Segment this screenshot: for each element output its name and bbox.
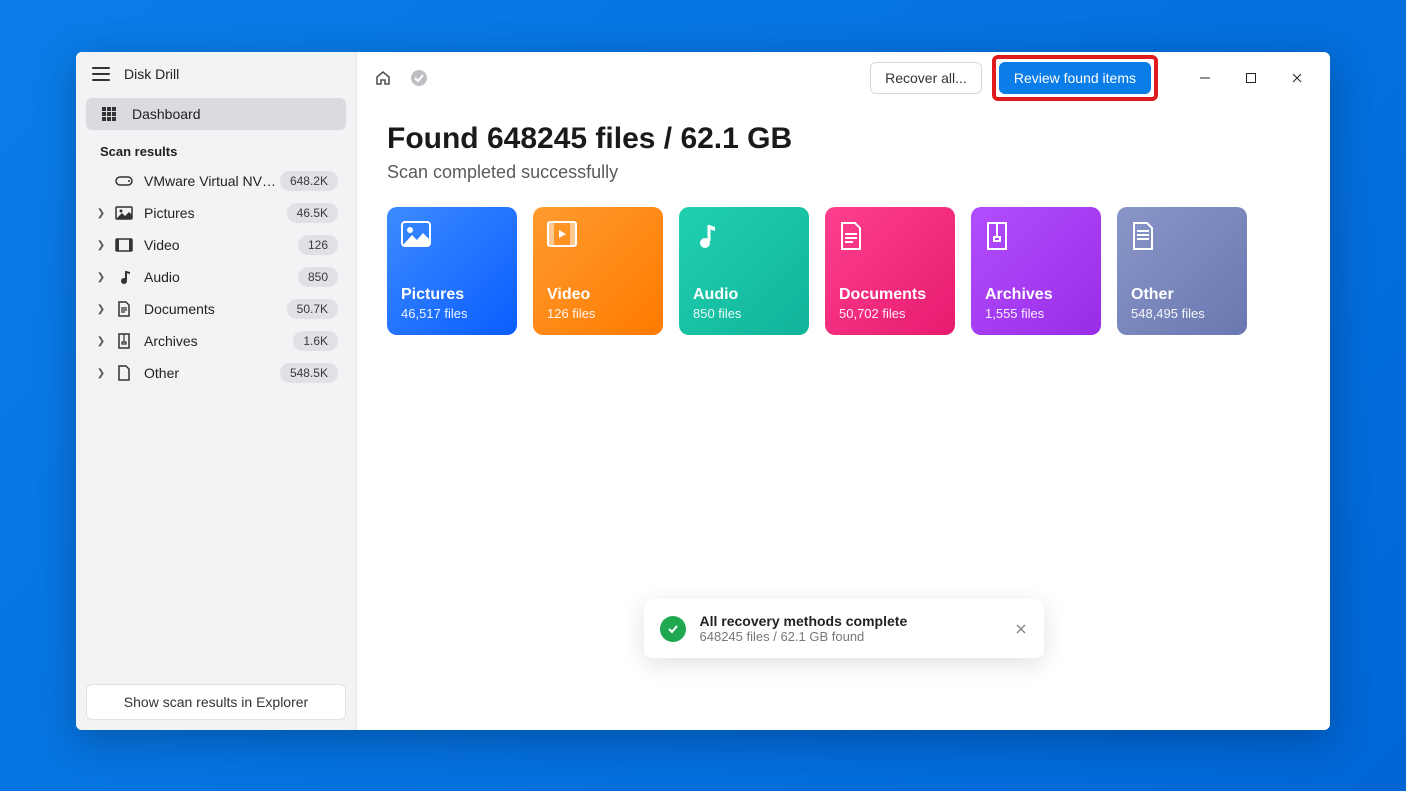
card-files: 548,495 files <box>1131 306 1233 321</box>
pictures-icon <box>114 206 134 220</box>
highlight-annotation: Review found items <box>992 55 1158 101</box>
maximize-button[interactable] <box>1228 62 1274 94</box>
sidebar-item-label: Archives <box>144 333 293 349</box>
recover-all-button[interactable]: Recover all... <box>870 62 982 94</box>
disk-count-badge: 648.2K <box>280 171 338 191</box>
show-in-explorer-button[interactable]: Show scan results in Explorer <box>86 684 346 720</box>
card-video[interactable]: Video 126 files <box>533 207 663 335</box>
sidebar-row-audio[interactable]: ❯ Audio 850 <box>86 261 346 293</box>
chevron-right-icon: ❯ <box>94 304 108 315</box>
sidebar-row-archives[interactable]: ❯ Archives 1.6K <box>86 325 346 357</box>
card-audio[interactable]: Audio 850 files <box>679 207 809 335</box>
toast-title: All recovery methods complete <box>700 613 1000 629</box>
sidebar-body: Dashboard Scan results VMware Virtual NV… <box>76 92 356 674</box>
video-icon <box>547 221 577 251</box>
documents-icon <box>839 221 869 251</box>
window-controls <box>1182 62 1320 94</box>
sidebar-row-documents[interactable]: ❯ Documents 50.7K <box>86 293 346 325</box>
sidebar-item-label: Video <box>144 237 298 253</box>
results-subline: Scan completed successfully <box>387 162 1300 183</box>
card-files: 46,517 files <box>401 306 503 321</box>
audio-icon <box>693 221 723 251</box>
count-badge: 46.5K <box>287 203 338 223</box>
archives-icon <box>985 221 1015 251</box>
card-other[interactable]: Other 548,495 files <box>1117 207 1247 335</box>
count-badge: 1.6K <box>293 331 338 351</box>
sidebar-header: Disk Drill <box>76 52 356 92</box>
disk-icon <box>114 174 134 188</box>
card-pictures[interactable]: Pictures 46,517 files <box>387 207 517 335</box>
count-badge: 850 <box>298 267 338 287</box>
card-title: Archives <box>985 286 1087 304</box>
toast-close-button[interactable] <box>1014 622 1028 636</box>
sidebar-item-label: Audio <box>144 269 298 285</box>
sidebar-section-label: Scan results <box>86 130 346 165</box>
count-badge: 126 <box>298 235 338 255</box>
count-badge: 50.7K <box>287 299 338 319</box>
titlebar: Recover all... Review found items <box>357 52 1330 104</box>
sidebar-row-disk[interactable]: VMware Virtual NVM... 648.2K <box>86 165 346 197</box>
hamburger-icon[interactable] <box>92 67 110 81</box>
card-archives[interactable]: Archives 1,555 files <box>971 207 1101 335</box>
sidebar-row-other[interactable]: ❯ Other 548.5K <box>86 357 346 389</box>
check-icon <box>660 616 686 642</box>
sidebar-item-label: Other <box>144 365 280 381</box>
content-area: Found 648245 files / 62.1 GB Scan comple… <box>357 104 1330 353</box>
chevron-right-icon: ❯ <box>94 208 108 219</box>
card-title: Audio <box>693 286 795 304</box>
other-icon <box>114 365 134 381</box>
review-found-items-button[interactable]: Review found items <box>999 62 1151 94</box>
video-icon <box>114 238 134 252</box>
results-headline: Found 648245 files / 62.1 GB <box>387 122 1300 156</box>
home-icon[interactable] <box>373 68 393 88</box>
card-title: Pictures <box>401 286 503 304</box>
disk-label: VMware Virtual NVM... <box>144 173 280 189</box>
chevron-right-icon: ❯ <box>94 240 108 251</box>
sidebar-item-label: Documents <box>144 301 287 317</box>
card-title: Documents <box>839 286 941 304</box>
documents-icon <box>114 301 134 317</box>
check-badge-icon[interactable] <box>409 68 429 88</box>
pictures-icon <box>401 221 431 251</box>
card-files: 126 files <box>547 306 649 321</box>
archives-icon <box>114 333 134 349</box>
toast-subtitle: 648245 files / 62.1 GB found <box>700 629 1000 644</box>
card-files: 50,702 files <box>839 306 941 321</box>
minimize-button[interactable] <box>1182 62 1228 94</box>
completion-toast: All recovery methods complete 648245 fil… <box>644 599 1044 658</box>
card-title: Video <box>547 286 649 304</box>
chevron-right-icon: ❯ <box>94 272 108 283</box>
count-badge: 548.5K <box>280 363 338 383</box>
sidebar-item-label: Pictures <box>144 205 287 221</box>
audio-icon <box>114 269 134 285</box>
category-cards: Pictures 46,517 files Video 126 files <box>387 207 1300 335</box>
app-window: Disk Drill Dashboard Scan results VMware… <box>76 52 1330 730</box>
card-documents[interactable]: Documents 50,702 files <box>825 207 955 335</box>
close-button[interactable] <box>1274 62 1320 94</box>
dashboard-label: Dashboard <box>132 106 201 122</box>
card-title: Other <box>1131 286 1233 304</box>
sidebar-row-pictures[interactable]: ❯ Pictures 46.5K <box>86 197 346 229</box>
main-panel: Recover all... Review found items <box>357 52 1330 730</box>
sidebar-footer: Show scan results in Explorer <box>76 674 356 730</box>
sidebar-row-video[interactable]: ❯ Video 126 <box>86 229 346 261</box>
grid-icon <box>100 106 118 122</box>
sidebar-item-dashboard[interactable]: Dashboard <box>86 98 346 130</box>
card-files: 1,555 files <box>985 306 1087 321</box>
chevron-right-icon: ❯ <box>94 368 108 379</box>
other-icon <box>1131 221 1161 251</box>
app-title: Disk Drill <box>124 66 179 82</box>
sidebar: Disk Drill Dashboard Scan results VMware… <box>76 52 357 730</box>
chevron-right-icon: ❯ <box>94 336 108 347</box>
card-files: 850 files <box>693 306 795 321</box>
